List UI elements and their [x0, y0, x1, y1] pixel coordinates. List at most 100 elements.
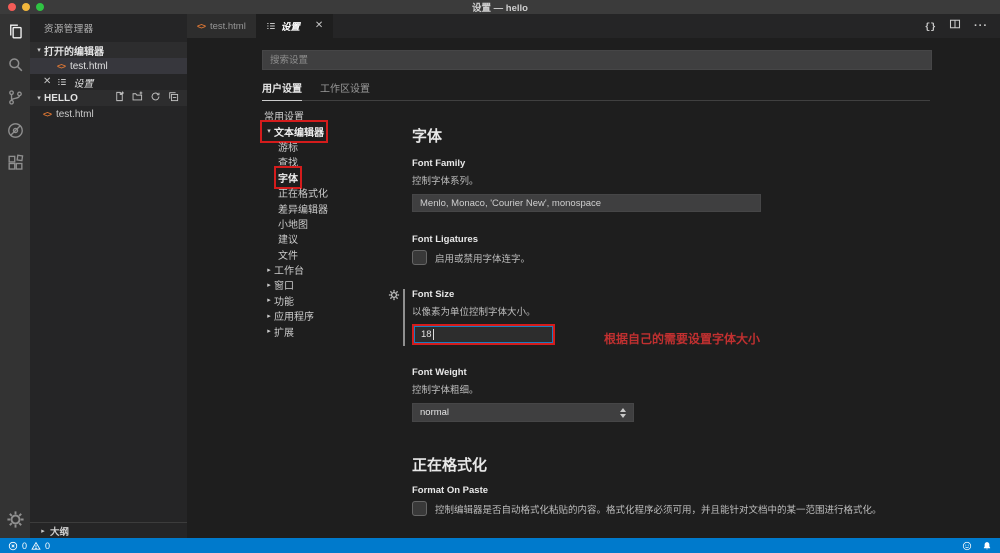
toc-item-application[interactable]: ▸应用程序	[262, 308, 412, 323]
font-ligatures-checkbox[interactable]	[412, 250, 427, 265]
folder-header-hello[interactable]: ▾ HELLO	[30, 90, 187, 106]
chevron-down-icon: ▾	[264, 127, 274, 135]
toc-item-formatting[interactable]: 正在格式化	[262, 185, 412, 200]
open-settings-json-icon[interactable]: {}	[925, 21, 936, 32]
setting-desc-font-size: 以像素为单位控制字体大小。	[412, 304, 930, 318]
toc-item-cursor[interactable]: 游标	[262, 139, 412, 154]
setting-font-size: Font Size 以像素为单位控制字体大小。 18 根据自己的需要设置字体大小	[412, 289, 930, 345]
toc-item-workbench[interactable]: ▸工作台	[262, 262, 412, 277]
tab-workspace-settings[interactable]: 工作区设置	[320, 80, 370, 100]
settings-list: 字体 Font Family 控制字体系列。 Menlo, Monaco, 'C…	[412, 101, 930, 538]
chevron-down-icon: ▾	[34, 46, 44, 54]
setting-title-font-size: Font Size	[412, 289, 930, 300]
html-file-icon: <>	[197, 21, 205, 31]
notifications-bell-icon[interactable]	[982, 541, 992, 551]
edit-setting-gear-icon[interactable]	[388, 288, 400, 306]
toc-item-font[interactable]: 字体	[262, 170, 412, 185]
annotation-box-font: 字体	[278, 170, 298, 185]
editor-actions: {} ···	[925, 14, 1000, 38]
new-folder-icon[interactable]	[132, 91, 143, 105]
tab-settings[interactable]: 设置 ✕	[256, 14, 333, 38]
refresh-icon[interactable]	[150, 91, 161, 105]
font-family-input[interactable]: Menlo, Monaco, 'Courier New', monospace	[412, 194, 761, 212]
explorer-sidebar: 资源管理器 ▾ 打开的编辑器 <> test.html ✕ 设置 ▾ HELLO	[30, 14, 187, 538]
window-title: 设置 — hello	[472, 0, 528, 14]
toc-item-diff-editor[interactable]: 差异编辑器	[262, 200, 412, 215]
title-bar: 设置 — hello	[0, 0, 1000, 14]
collapse-all-icon[interactable]	[168, 91, 179, 105]
open-editor-item-settings[interactable]: ✕ 设置	[30, 74, 187, 90]
vscode-window: 设置 — hello 资源管理器	[0, 0, 1000, 553]
search-icon[interactable]	[5, 54, 25, 74]
setting-desc-font-ligatures: 启用或禁用字体连字。	[435, 251, 530, 265]
manage-gear-icon[interactable]	[5, 509, 25, 529]
chevron-down-icon: ▾	[34, 94, 44, 102]
font-weight-select[interactable]: normal	[412, 403, 634, 422]
extensions-icon[interactable]	[5, 153, 25, 173]
file-item-test-html[interactable]: <> test.html	[30, 106, 187, 122]
setting-title-format-on-paste: Format On Paste	[412, 485, 930, 496]
setting-desc-font-weight: 控制字体粗细。	[412, 382, 930, 396]
split-editor-icon[interactable]	[949, 17, 961, 35]
debug-icon[interactable]	[5, 120, 25, 140]
section-heading-formatting: 正在格式化	[412, 454, 930, 475]
activity-bar	[0, 14, 30, 538]
window-controls	[8, 3, 44, 11]
minimize-window-button[interactable]	[22, 3, 30, 11]
zoom-window-button[interactable]	[36, 3, 44, 11]
settings-scope-tabs: 用户设置 工作区设置	[262, 80, 930, 101]
error-count: 0	[22, 541, 27, 551]
chevron-right-icon: ▸	[264, 327, 274, 335]
tab-bar: <> test.html 设置 ✕ {} ···	[187, 14, 1000, 38]
close-icon[interactable]: ✕	[43, 77, 51, 87]
status-bar: 0 0	[0, 538, 1000, 553]
text-caret	[433, 329, 434, 340]
section-heading-font: 字体	[412, 125, 930, 146]
more-actions-icon[interactable]: ···	[974, 20, 988, 32]
feedback-smiley-icon[interactable]	[962, 541, 972, 551]
toc-item-find[interactable]: 查找	[262, 154, 412, 169]
toc-item-commonly-used[interactable]: 常用设置	[262, 108, 412, 123]
settings-search-input[interactable]	[262, 50, 932, 70]
chevron-right-icon: ▸	[264, 296, 274, 304]
toc-item-suggestions[interactable]: 建议	[262, 231, 412, 246]
settings-list-icon	[266, 21, 276, 31]
tab-test-html[interactable]: <> test.html	[187, 14, 256, 38]
tab-user-settings[interactable]: 用户设置	[262, 80, 302, 101]
settings-editor: 用户设置 工作区设置 常用设置 ▾ 文本编辑器 游标	[187, 38, 1000, 538]
editor-area: <> test.html 设置 ✕ {} ···	[187, 14, 1000, 538]
html-file-icon: <>	[57, 61, 65, 71]
outline-section[interactable]: ▸ 大纲	[30, 522, 187, 538]
format-on-paste-checkbox[interactable]	[412, 501, 427, 516]
toc-item-text-editor[interactable]: ▾ 文本编辑器	[262, 123, 412, 138]
toc-item-extensions[interactable]: ▸扩展	[262, 323, 412, 338]
problems-status[interactable]: 0 0	[8, 541, 50, 551]
chevron-right-icon: ▸	[264, 266, 274, 274]
setting-desc-format-on-paste: 控制编辑器是否自动格式化粘贴的内容。格式化程序必须可用，并且能针对文档中的某一范…	[435, 502, 882, 516]
open-editor-item-test-html[interactable]: <> test.html	[30, 58, 187, 74]
open-editors-header[interactable]: ▾ 打开的编辑器	[30, 42, 187, 58]
sidebar-title: 资源管理器	[30, 14, 187, 42]
setting-indicator-line	[403, 289, 405, 346]
new-file-icon[interactable]	[114, 91, 125, 105]
close-icon[interactable]: ✕	[315, 21, 323, 31]
chevron-right-icon: ▸	[264, 312, 274, 320]
annotation-box-font-size: 18	[412, 324, 555, 345]
settings-list-icon	[57, 77, 67, 87]
warning-icon	[31, 541, 41, 551]
error-icon	[8, 541, 18, 551]
setting-desc-font-family: 控制字体系列。	[412, 173, 930, 187]
annotation-note-font-size: 根据自己的需要设置字体大小	[604, 330, 760, 347]
setting-title-font-family: Font Family	[412, 158, 930, 169]
html-file-icon: <>	[43, 109, 51, 119]
toc-item-files[interactable]: 文件	[262, 247, 412, 262]
source-control-icon[interactable]	[5, 87, 25, 107]
toc-item-minimap[interactable]: 小地图	[262, 216, 412, 231]
chevron-right-icon: ▸	[38, 527, 48, 535]
font-size-input[interactable]: 18	[414, 326, 553, 343]
settings-toc: 常用设置 ▾ 文本编辑器 游标 查找 字体	[262, 101, 412, 538]
setting-title-font-ligatures: Font Ligatures	[412, 234, 930, 245]
close-window-button[interactable]	[8, 3, 16, 11]
select-updown-icon	[620, 408, 626, 418]
explorer-icon[interactable]	[5, 21, 25, 41]
